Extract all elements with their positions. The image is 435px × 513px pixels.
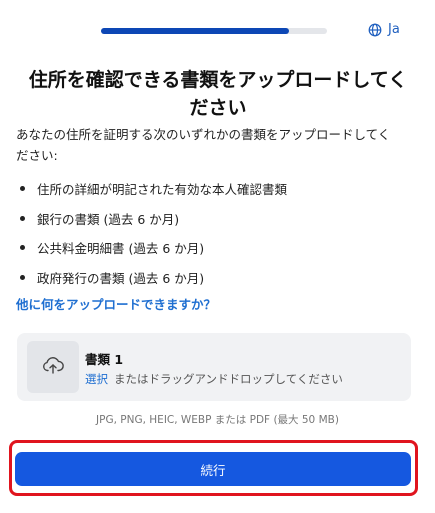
intro-line1: あなたの住所を証明する次のいずれかの書類をアップロードしてく bbox=[16, 127, 391, 142]
list-item-label: 住所の詳細が明記された有効な本人確認書類 bbox=[37, 182, 288, 198]
language-label: Ja bbox=[388, 22, 400, 37]
bullet bbox=[20, 274, 25, 280]
page-title-line2: ださい bbox=[189, 97, 247, 119]
list-item: 銀行の書類 (過去 6 か月) bbox=[20, 204, 420, 234]
page-title-line1: 住所を確認できる書類をアップロードしてく bbox=[28, 69, 408, 91]
what-can-i-upload-link[interactable]: 他に何をアップロードできますか？ bbox=[16, 294, 216, 313]
accepted-formats-text: JPG, PNG, HEIC, WEBP または PDF (最大 50 MB) bbox=[96, 414, 339, 426]
list-item: 政府発行の書類 (過去 6 か月) bbox=[20, 263, 420, 293]
continue-button[interactable]: 続行 bbox=[15, 452, 411, 486]
list-item-label: 政府発行の書類 (過去 6 か月) bbox=[37, 270, 205, 286]
upload-instructions: 選択 またはドラッグアンドドロップしてください bbox=[85, 371, 343, 387]
list-item: 公共料金明細書 (過去 6 か月) bbox=[20, 233, 420, 263]
drag-drop-text: またはドラッグアンドドロップしてください bbox=[114, 372, 343, 386]
upload-icon-tile[interactable] bbox=[27, 341, 79, 393]
bullet bbox=[20, 215, 25, 221]
list-item-label: 公共料金明細書 (過去 6 か月) bbox=[37, 241, 205, 257]
progress-bar bbox=[101, 28, 327, 34]
upload-address-document-page: Ja 住所を確認できる書類をアップロードしてく ださい あなたの住所を証明する次… bbox=[0, 0, 435, 513]
language-selector[interactable]: Ja bbox=[368, 22, 400, 37]
upload-dropzone[interactable]: 書類 1 選択 またはドラッグアンドドロップしてください bbox=[17, 333, 411, 401]
intro-text: あなたの住所を証明する次のいずれかの書類をアップロードしてく ださい: bbox=[16, 124, 421, 166]
bullet bbox=[20, 186, 25, 192]
page-title: 住所を確認できる書類をアップロードしてく ださい bbox=[14, 66, 422, 122]
upload-document-name: 書類 1 bbox=[85, 352, 124, 367]
upload-cloud-icon bbox=[42, 355, 64, 379]
document-list: 住所の詳細が明記された有効な本人確認書類 銀行の書類 (過去 6 か月) 公共料… bbox=[20, 174, 420, 292]
list-item: 住所の詳細が明記された有効な本人確認書類 bbox=[20, 174, 420, 204]
progress-bar-fill bbox=[101, 28, 289, 34]
bullet bbox=[20, 245, 25, 251]
list-item-label: 銀行の書類 (過去 6 か月) bbox=[37, 211, 180, 227]
globe-icon bbox=[368, 23, 382, 37]
intro-line2: ださい: bbox=[16, 148, 58, 163]
select-file-link[interactable]: 選択 bbox=[85, 372, 108, 386]
